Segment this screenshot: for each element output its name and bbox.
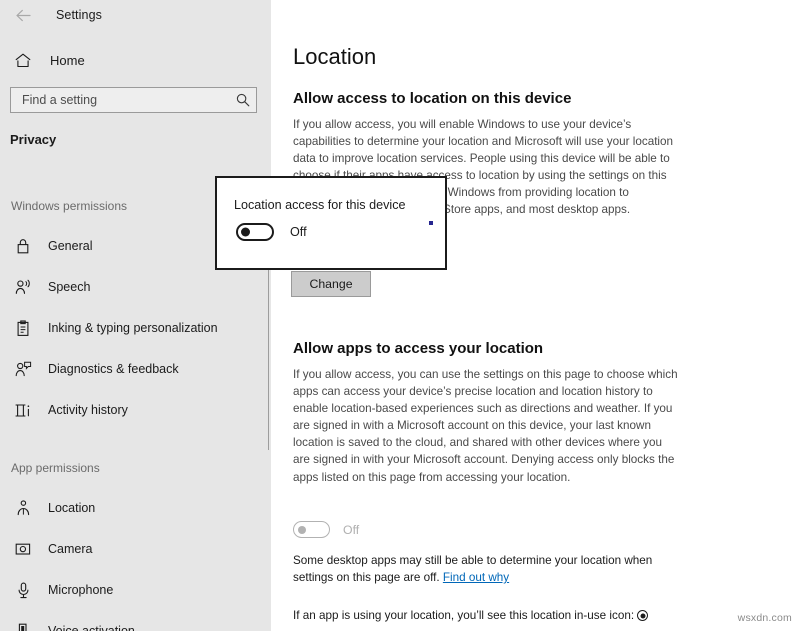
sidebar-item-inking-typing-personalization[interactable]: Inking & typing personalization <box>0 315 271 341</box>
toggle-knob <box>297 525 306 534</box>
back-arrow-icon[interactable] <box>12 4 34 26</box>
clipboard-pen-icon <box>11 319 35 337</box>
settings-window: Settings Home Privacy Windows permission… <box>0 0 800 631</box>
sidebar-item-speech[interactable]: Speech <box>0 274 271 300</box>
find-out-why-link[interactable]: Find out why <box>443 571 509 584</box>
title-bar: Settings <box>0 0 271 30</box>
change-button[interactable]: Change <box>291 271 371 297</box>
person-feedback-icon <box>11 361 35 377</box>
sidebar-item-activity-history[interactable]: Activity history <box>0 397 271 423</box>
desktop-apps-note: Some desktop apps may still be able to d… <box>293 552 691 586</box>
search-input[interactable] <box>11 93 230 107</box>
sidebar-item-diagnostics-feedback[interactable]: Diagnostics & feedback <box>0 356 271 382</box>
cursor-dot-marker <box>429 221 433 225</box>
sidebar-item-activity-history-label: Activity history <box>48 403 128 417</box>
sidebar-item-location-label: Location <box>48 501 96 515</box>
section-heading-allow-apps-location: Allow apps to access your location <box>293 340 544 357</box>
sidebar-item-microphone-label: Microphone <box>48 583 114 597</box>
sidebar-item-home-label: Home <box>50 52 85 68</box>
search-box[interactable] <box>10 87 257 113</box>
sidebar-item-location[interactable]: Location <box>0 495 271 521</box>
voice-activation-icon <box>11 623 35 631</box>
location-access-toggle-row[interactable]: Off <box>236 223 307 241</box>
location-in-use-icon <box>637 610 649 621</box>
allow-apps-location-toggle[interactable] <box>293 521 330 538</box>
callout-title: Location access for this device <box>234 198 406 212</box>
main-content: Location Allow access to location on thi… <box>271 0 800 631</box>
microphone-icon <box>11 582 35 599</box>
allow-apps-location-toggle-row[interactable]: Off <box>293 521 359 538</box>
allow-apps-location-toggle-label: Off <box>343 522 360 537</box>
sidebar-item-microphone[interactable]: Microphone <box>0 577 271 603</box>
search-icon[interactable] <box>230 93 256 107</box>
toggle-knob <box>241 227 250 237</box>
page-title: Location <box>293 44 377 69</box>
app-title: Settings <box>56 8 102 22</box>
sidebar-item-inking-typing-personalization-label: Inking & typing personalization <box>48 321 218 335</box>
sidebar-item-diagnostics-feedback-label: Diagnostics & feedback <box>48 362 179 376</box>
section-body-allow-apps-location: If you allow access, you can use the set… <box>293 368 678 484</box>
sidebar-category-title: Privacy <box>10 132 57 147</box>
sidebar-scrollbar[interactable] <box>268 264 269 450</box>
location-in-use-note: If an app is using your location, you’ll… <box>293 607 691 624</box>
activity-history-icon <box>11 403 35 418</box>
sidebar-item-general-label: General <box>48 239 93 253</box>
location-in-use-note-text: If an app is using your location, you’ll… <box>293 609 635 622</box>
sidebar-item-voice-activation[interactable]: Voice activation <box>0 618 271 631</box>
sidebar-group-heading-app-permissions: App permissions <box>11 461 100 475</box>
sidebar-item-home[interactable]: Home <box>0 46 271 74</box>
location-access-toggle-label: Off <box>290 225 307 239</box>
sidebar-group-heading-windows-permissions: Windows permissions <box>11 199 128 213</box>
section-heading-allow-access-device: Allow access to location on this device <box>293 90 572 107</box>
sidebar-item-camera[interactable]: Camera <box>0 536 271 562</box>
watermark: wsxdn.com <box>737 612 792 624</box>
lock-icon <box>11 238 35 254</box>
location-pin-icon <box>11 500 35 516</box>
sidebar-item-camera-label: Camera <box>48 542 93 556</box>
camera-icon <box>11 542 35 556</box>
home-icon <box>12 53 34 68</box>
location-access-toggle[interactable] <box>236 223 274 241</box>
sidebar-item-speech-label: Speech <box>48 280 91 294</box>
sidebar: Settings Home Privacy Windows permission… <box>0 0 271 631</box>
person-speech-icon <box>11 279 35 295</box>
sidebar-item-voice-activation-label: Voice activation <box>48 624 135 631</box>
location-access-callout: Location access for this device Off <box>215 176 447 270</box>
